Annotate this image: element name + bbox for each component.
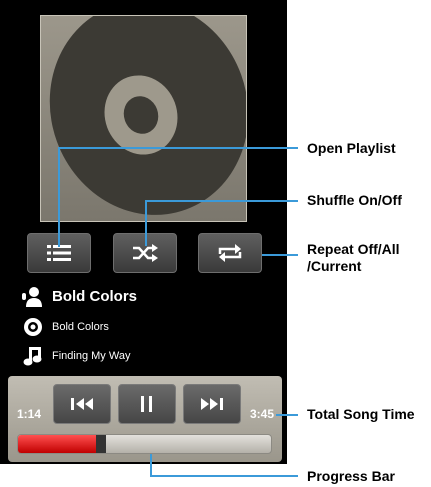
pause-icon [141, 396, 152, 412]
repeat-button[interactable] [198, 233, 262, 273]
callout-line-total-time [276, 414, 298, 416]
album-icon [22, 316, 44, 338]
progress-handle[interactable] [96, 435, 107, 453]
repeat-icon [218, 244, 242, 262]
playback-controls: 1:14 3:45 [8, 376, 282, 462]
pause-button[interactable] [118, 384, 176, 424]
callout-line-progress-vert [150, 454, 152, 477]
artist-name: Bold Colors [52, 287, 137, 305]
callout-line-shuffle-vert [145, 200, 147, 246]
callout-line-playlist-vert [58, 147, 60, 247]
music-note-icon [22, 345, 44, 367]
callout-line-shuffle [145, 200, 298, 202]
callout-open-playlist: Open Playlist [307, 140, 396, 156]
callout-line-playlist [58, 147, 298, 149]
callout-line-repeat [262, 254, 298, 256]
album-row: Bold Colors [22, 316, 109, 338]
callout-line-progress [150, 475, 298, 477]
callout-total-song-time: Total Song Time [307, 406, 415, 422]
elapsed-time: 1:14 [17, 407, 42, 421]
song-title: Finding My Way [52, 350, 131, 362]
callout-progress-bar: Progress Bar [307, 468, 395, 484]
progress-bar[interactable] [17, 434, 272, 454]
disc-icon [49, 16, 246, 215]
next-button[interactable] [183, 384, 241, 424]
callout-repeat-line2: /Current [307, 258, 362, 274]
total-time: 3:45 [250, 407, 275, 421]
callout-shuffle: Shuffle On/Off [307, 192, 402, 208]
progress-fill [18, 435, 102, 453]
callout-repeat: Repeat Off/All /Current [307, 241, 400, 275]
next-icon [201, 398, 223, 410]
album-art [40, 15, 247, 222]
callout-repeat-line1: Repeat Off/All [307, 241, 400, 257]
shuffle-icon [133, 244, 158, 262]
previous-icon [71, 398, 93, 410]
previous-button[interactable] [53, 384, 111, 424]
music-player-screen: Bold Colors Bold Colors Finding My Way 1… [0, 0, 287, 464]
artist-row: Bold Colors [22, 285, 137, 307]
artist-icon [22, 285, 44, 307]
song-row: Finding My Way [22, 345, 130, 367]
album-name: Bold Colors [52, 321, 109, 333]
